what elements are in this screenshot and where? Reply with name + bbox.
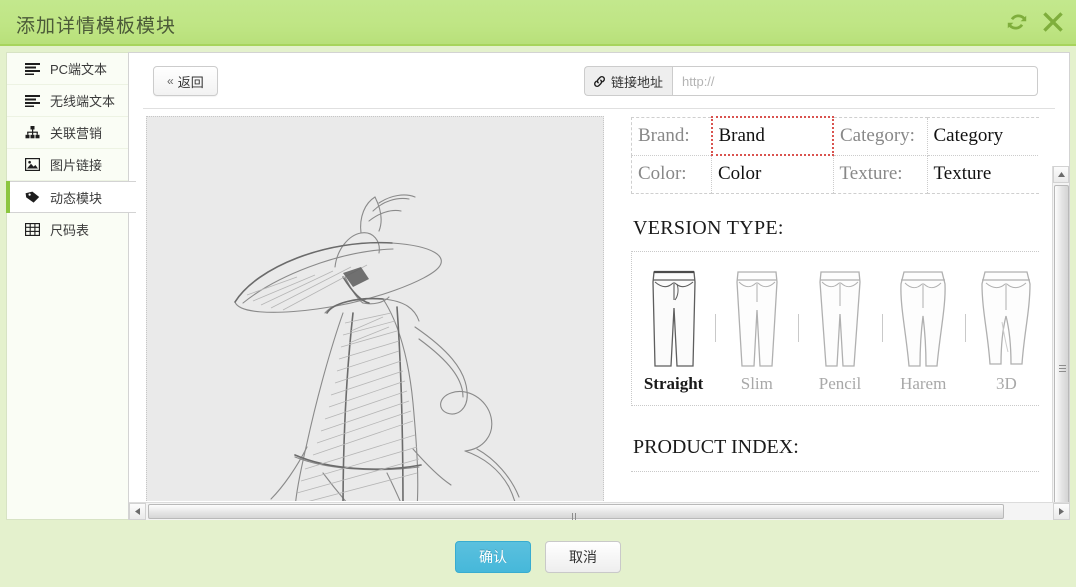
sidebar-item-wireless-text[interactable]: 无线端文本 [7,85,134,117]
sidebar-item-pc-text[interactable]: PC端文本 [7,53,134,85]
sidebar-item-size-chart[interactable]: 尺码表 [7,213,134,245]
dialog-footer: 确认 取消 [0,526,1076,587]
editor-vertical-scrollbar[interactable] [1052,166,1069,520]
sketch-image[interactable] [146,116,604,501]
window-controls [1004,9,1066,35]
sidebar-item-dynamic-module[interactable]: 动态模块 [6,181,136,213]
add-detail-template-module-dialog: 添加详情模板模块 PC端文本 无线端文本 关联营销 图片链接 动态模块 尺码表 … [0,0,1076,587]
back-button-label: 返回 [177,74,204,90]
table-icon [23,221,41,237]
dialog-title: 添加详情模板模块 [16,16,177,37]
version-option-label: Pencil [818,373,862,393]
close-icon[interactable] [1040,9,1066,35]
sidebar: PC端文本 无线端文本 关联营销 图片链接 动态模块 尺码表 [6,52,136,520]
cancel-button[interactable]: 取消 [545,540,621,573]
brand-label: Brand: [631,116,712,156]
version-option-straight[interactable]: Straight [632,258,715,405]
attributes-table: Brand: Brand Category: Category Color: C… [631,116,1039,194]
version-type-selector: Straight Slim Pencil Harem 3D [631,250,1039,406]
pants-pencil-icon [814,264,866,372]
pants-3d-icon [978,264,1034,372]
version-option-label: Slim [740,373,773,393]
texture-label: Texture: [832,154,928,194]
align-left-icon [23,61,41,77]
sidebar-item-label: 尺码表 [50,222,90,238]
version-option-3d[interactable]: 3D [964,258,1039,405]
align-left-icon [23,93,41,109]
editor-body: Brand: Brand Category: Category Color: C… [129,109,1069,520]
pants-harem-icon [896,264,950,372]
template-canvas[interactable]: Brand: Brand Category: Category Color: C… [129,109,1039,501]
pants-slim-icon [731,264,783,372]
content-panel: « 返回 链接地址 http:// Brand: Brand Category:… [128,52,1070,520]
version-option-slim[interactable]: Slim [715,258,798,405]
table-row: Color: Color Texture: Texture [631,154,1039,194]
link-address-label-text: 链接地址 [611,74,664,90]
dialog-titlebar: 添加详情模板模块 [0,0,1076,46]
back-button[interactable]: « 返回 [153,66,218,96]
color-value[interactable]: Color [711,154,834,194]
horizontal-scroll-thumb[interactable] [148,504,1004,520]
sidebar-item-label: 动态模块 [50,190,103,206]
link-address-group: 链接地址 [584,66,1038,96]
attributes-column: Brand: Brand Category: Category Color: C… [631,116,1039,472]
scroll-right-button[interactable] [1053,503,1069,520]
sidebar-item-label: PC端文本 [50,62,108,77]
sketch-illustration [147,117,603,501]
scroll-left-button[interactable] [129,503,146,520]
scroll-grip-icon [1059,363,1066,373]
sidebar-item-label: 无线端文本 [50,94,116,109]
brand-value[interactable]: Brand [710,116,834,156]
version-option-harem[interactable]: Harem [881,258,965,405]
sidebar-item-label: 图片链接 [50,158,103,173]
link-icon [593,75,606,88]
refresh-icon[interactable] [1004,9,1030,35]
vertical-scroll-thumb[interactable] [1054,185,1069,520]
sidebar-item-label: 关联营销 [50,126,103,141]
editor-toolbar: « 返回 链接地址 [143,53,1055,109]
link-address-label: 链接地址 [584,66,673,96]
tag-icon [23,189,41,205]
version-option-label: Harem [900,373,947,393]
version-option-label: Straight [643,373,704,393]
editor-horizontal-scrollbar[interactable] [129,502,1069,520]
version-option-label: 3D [996,373,1017,393]
pants-straight-icon [646,264,702,372]
confirm-button[interactable]: 确认 [455,540,531,573]
texture-value[interactable]: Texture [926,154,1039,194]
image-icon [23,157,41,173]
sidebar-item-related-marketing[interactable]: 关联营销 [7,117,134,149]
scroll-up-button[interactable] [1053,166,1069,183]
product-index-title: PRODUCT INDEX: [633,435,799,458]
category-value[interactable]: Category [926,116,1039,156]
sidebar-item-image-link[interactable]: 图片链接 [7,149,134,181]
table-row: Brand: Brand Category: Category [631,116,1039,156]
scroll-grip-icon [572,508,580,520]
link-address-input[interactable] [672,66,1038,96]
back-chevron-icon: « [167,74,174,88]
sitemap-icon [23,125,41,141]
color-label: Color: [631,154,712,194]
section-divider [631,470,1039,472]
category-label: Category: [832,116,928,156]
version-option-pencil[interactable]: Pencil [798,258,881,405]
version-type-title: VERSION TYPE: [633,216,784,239]
